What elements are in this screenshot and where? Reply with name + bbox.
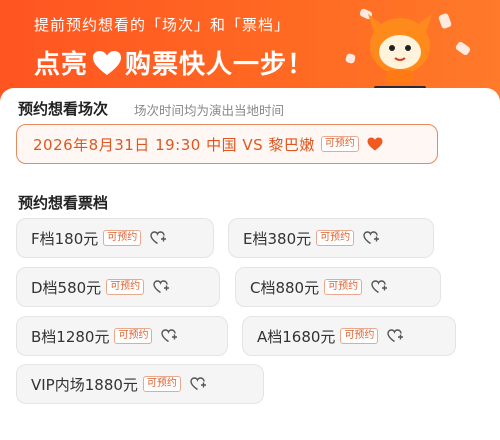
tier-option-d[interactable]: D档580元 可预约 [16,267,220,307]
tier-option-vip[interactable]: VIP内场1880元 可预约 [16,364,264,404]
tier-label: C档880元 [250,278,320,297]
tier-option-e[interactable]: E档380元 可预约 [228,218,434,258]
tier-option-f[interactable]: F档180元 可预约 [16,218,214,258]
heart-icon [367,137,383,151]
bookable-badge: 可预约 [340,328,379,344]
tier-label: B档1280元 [31,327,110,346]
promo-banner: 提前预约想看的「场次」和「票档」 点亮 购票快人一步！ [0,0,500,100]
banner-headline-right: 购票快人一步！ [125,50,315,80]
bookable-badge: 可预约 [106,279,145,295]
session-option[interactable]: 2026年8月31日 19:30 中国 VS 黎巴嫩 可预约 [16,124,438,164]
heart-icon [93,50,122,75]
tier-label: E档380元 [243,229,312,248]
banner-headline: 点亮 购票快人一步！ [34,44,314,81]
bookable-badge: 可预约 [103,230,142,246]
heart-plus-icon [371,280,388,294]
tier-section-title: 预约想看票档 [18,194,109,212]
heart-plus-icon [387,329,404,343]
session-text: 2026年8月31日 19:30 中国 VS 黎巴嫩 [33,135,315,154]
tier-label: D档580元 [31,278,102,297]
timezone-note: 场次时间均为演出当地时间 [134,103,285,118]
heart-plus-icon [153,280,170,294]
tier-option-c[interactable]: C档880元 可预约 [235,267,441,307]
heart-plus-icon [190,377,206,391]
heart-plus-icon [363,231,380,245]
mascot-illustration [368,14,432,95]
bookable-badge: 可预约 [142,376,181,392]
session-section-title: 预约想看场次 [18,100,109,118]
banner-headline-left: 点亮 [34,50,89,80]
tier-option-a[interactable]: A档1680元 可预约 [242,316,456,356]
bookable-badge: 可预约 [324,279,363,295]
tier-option-b[interactable]: B档1280元 可预约 [16,316,228,356]
tier-label: F档180元 [31,229,99,248]
bookable-badge: 可预约 [316,230,355,246]
tier-label: A档1680元 [257,327,336,346]
heart-plus-icon [161,329,178,343]
heart-plus-icon [150,231,167,245]
bookable-badge: 可预约 [320,136,359,152]
banner-subtitle: 提前预约想看的「场次」和「票档」 [34,16,291,34]
bookable-badge: 可预约 [114,328,153,344]
tier-label: VIP内场1880元 [31,375,138,394]
